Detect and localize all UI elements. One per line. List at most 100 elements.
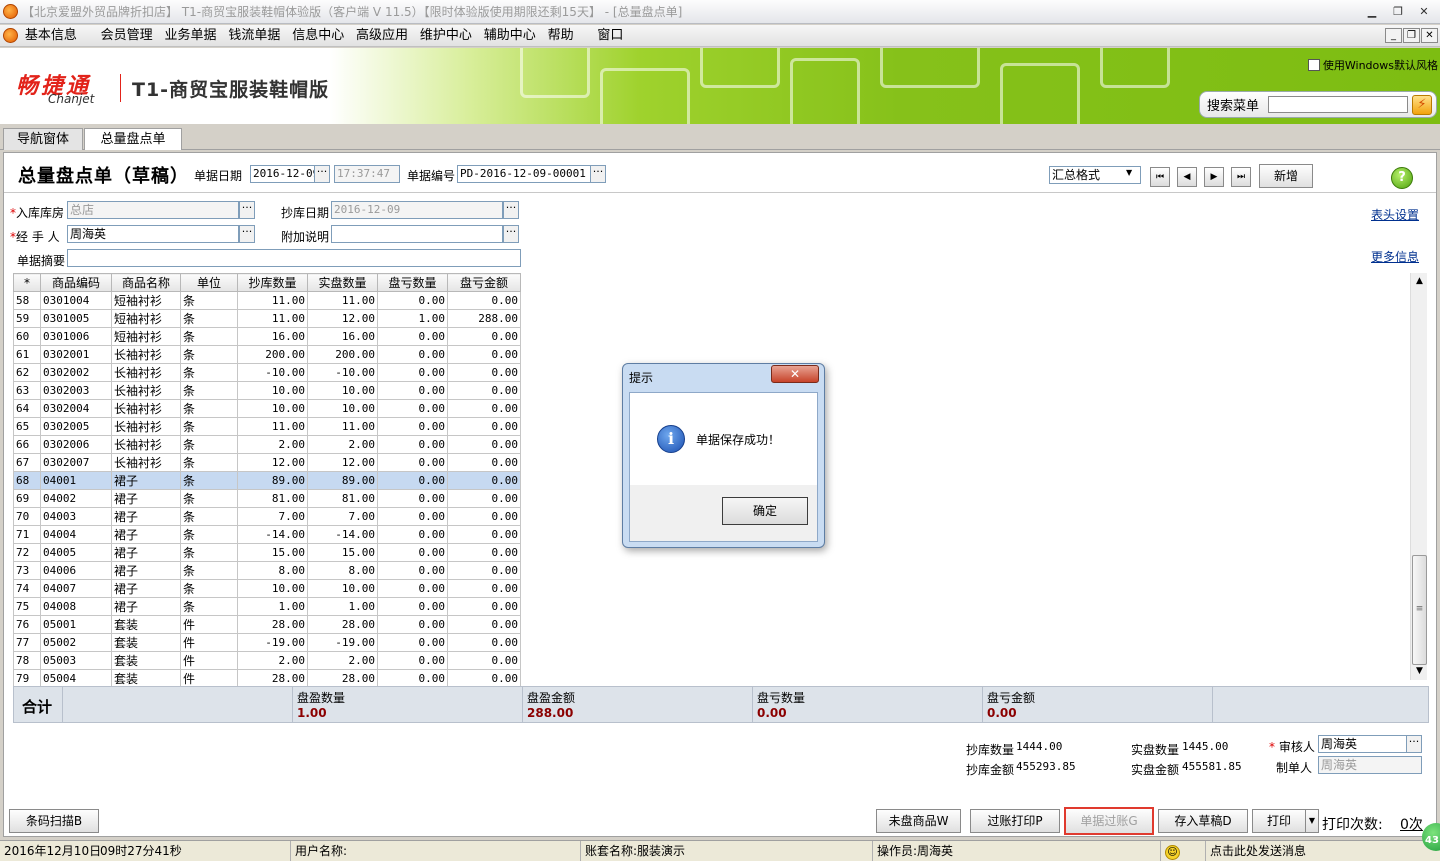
table-cell[interactable]: 0.00	[377, 471, 448, 490]
table-cell[interactable]: 04003	[40, 507, 112, 526]
table-cell[interactable]: 04002	[40, 489, 112, 508]
table-row[interactable]: 65 0302005 长袖衬衫条 11.00 11.00 0.00 0.00	[13, 417, 521, 436]
unchecked-goods-button[interactable]: 未盘商品W	[876, 809, 961, 833]
table-cell[interactable]: 短袖衬衫	[111, 327, 181, 346]
column-header[interactable]: 单位	[180, 273, 238, 292]
handler-picker-button[interactable]: ···	[239, 225, 255, 243]
date-picker-button[interactable]: ···	[314, 165, 330, 183]
table-row[interactable]: 79 05004 套装件 28.00 28.00 0.00 0.00	[13, 669, 521, 688]
tab-navigation[interactable]: 导航窗体	[3, 128, 83, 150]
table-cell[interactable]: 0.00	[447, 579, 521, 598]
table-row[interactable]: 76 05001 套装件 28.00 28.00 0.00 0.00	[13, 615, 521, 634]
table-cell[interactable]: 条	[180, 489, 238, 508]
table-cell[interactable]: 件	[180, 615, 238, 634]
table-cell[interactable]: 长袖衬衫	[111, 363, 181, 382]
table-cell[interactable]: 0.00	[377, 561, 448, 580]
table-cell[interactable]: 04004	[40, 525, 112, 544]
table-row[interactable]: 72 04005 裙子条 15.00 15.00 0.00 0.00	[13, 543, 521, 562]
table-cell[interactable]: -10.00	[307, 363, 378, 382]
table-cell[interactable]: 套装	[111, 651, 181, 670]
table-row[interactable]: 59 0301005 短袖衬衫条 11.00 12.00 1.00 288.00	[13, 309, 521, 328]
table-cell[interactable]: 套装	[111, 615, 181, 634]
table-cell[interactable]: 05004	[40, 669, 112, 688]
table-cell[interactable]: 条	[180, 507, 238, 526]
table-cell[interactable]: 05003	[40, 651, 112, 670]
table-cell[interactable]: 0.00	[447, 669, 521, 688]
table-cell[interactable]: 裙子	[111, 471, 181, 490]
post-button[interactable]: 单据过账G	[1064, 807, 1154, 835]
table-cell[interactable]: 条	[180, 291, 238, 310]
status-feedback[interactable]: 点击此处发送消息	[1205, 841, 1306, 861]
table-cell[interactable]: -14.00	[237, 525, 308, 544]
table-row[interactable]: 60 0301006 短袖衬衫条 16.00 16.00 0.00 0.00	[13, 327, 521, 346]
table-cell[interactable]: -10.00	[237, 363, 308, 382]
table-cell[interactable]: 67	[13, 453, 41, 472]
table-cell[interactable]: 0302003	[40, 381, 112, 400]
table-cell[interactable]: 200.00	[307, 345, 378, 364]
table-cell[interactable]: 0.00	[377, 651, 448, 670]
table-cell[interactable]: 0302002	[40, 363, 112, 382]
more-info-link[interactable]: 更多信息	[1371, 248, 1419, 265]
table-cell[interactable]: 10.00	[237, 399, 308, 418]
tab-stocktake[interactable]: 总量盘点单	[84, 128, 182, 150]
table-cell[interactable]: 0.00	[377, 543, 448, 562]
table-cell[interactable]: 条	[180, 417, 238, 436]
menu-help[interactable]: 帮助	[544, 25, 578, 47]
table-cell[interactable]: 0.00	[447, 633, 521, 652]
table-cell[interactable]: 条	[180, 579, 238, 598]
chevron-down-icon[interactable]: ▼	[1126, 168, 1132, 177]
table-cell[interactable]: 0.00	[377, 597, 448, 616]
table-cell[interactable]: 05002	[40, 633, 112, 652]
table-cell[interactable]: 0301004	[40, 291, 112, 310]
print-button[interactable]: 打印	[1252, 809, 1306, 833]
table-cell[interactable]: 28.00	[237, 615, 308, 634]
dialog-close-icon[interactable]: ✕	[771, 365, 819, 383]
table-cell[interactable]: 0.00	[447, 327, 521, 346]
table-cell[interactable]: 0.00	[447, 453, 521, 472]
table-cell[interactable]: -19.00	[307, 633, 378, 652]
table-cell[interactable]: 11.00	[307, 291, 378, 310]
table-cell[interactable]: 裙子	[111, 525, 181, 544]
table-cell[interactable]: 0302001	[40, 345, 112, 364]
table-cell[interactable]: 2.00	[237, 651, 308, 670]
table-cell[interactable]: 04008	[40, 597, 112, 616]
table-cell[interactable]: 81.00	[307, 489, 378, 508]
menu-window[interactable]: 窗口	[593, 25, 627, 47]
table-cell[interactable]: 条	[180, 543, 238, 562]
table-cell[interactable]: 11.00	[237, 291, 308, 310]
table-cell[interactable]: 0.00	[447, 363, 521, 382]
handler-field[interactable]: 周海英	[67, 225, 239, 243]
table-row[interactable]: 64 0302004 长袖衬衫条 10.00 10.00 0.00 0.00	[13, 399, 521, 418]
table-cell[interactable]: 12.00	[307, 453, 378, 472]
table-cell[interactable]: 0.00	[447, 489, 521, 508]
table-row[interactable]: 73 04006 裙子条 8.00 8.00 0.00 0.00	[13, 561, 521, 580]
table-cell[interactable]: 0.00	[447, 291, 521, 310]
scroll-up-icon[interactable]: ▲	[1411, 273, 1428, 290]
table-cell[interactable]: 04001	[40, 471, 112, 490]
table-row[interactable]: 62 0302002 长袖衬衫条 -10.00 -10.00 0.00 0.00	[13, 363, 521, 382]
table-cell[interactable]: 条	[180, 327, 238, 346]
table-cell[interactable]: 10.00	[237, 579, 308, 598]
menu-search-input[interactable]	[1268, 96, 1408, 113]
table-row[interactable]: 77 05002 套装件 -19.00 -19.00 0.00 0.00	[13, 633, 521, 652]
table-cell[interactable]: 61	[13, 345, 41, 364]
table-cell[interactable]: 11.00	[307, 417, 378, 436]
menu-cash[interactable]: 钱流单据	[224, 25, 284, 47]
column-header[interactable]: 商品编码	[40, 273, 112, 292]
column-header[interactable]: 实盘数量	[307, 273, 378, 292]
table-cell[interactable]: 条	[180, 399, 238, 418]
table-row[interactable]: 78 05003 套装件 2.00 2.00 0.00 0.00	[13, 651, 521, 670]
table-cell[interactable]: 65	[13, 417, 41, 436]
menu-basic-info[interactable]: 基本信息	[21, 25, 81, 47]
table-cell[interactable]: 条	[180, 471, 238, 490]
column-header[interactable]: 抄库数量	[237, 273, 308, 292]
table-cell[interactable]: 62	[13, 363, 41, 382]
menu-member[interactable]: 会员管理	[97, 25, 157, 47]
table-cell[interactable]: 89.00	[237, 471, 308, 490]
table-cell[interactable]: 长袖衬衫	[111, 453, 181, 472]
date-field[interactable]: 2016-12-09	[250, 165, 316, 183]
reviewer-picker-button[interactable]: ···	[1406, 735, 1422, 753]
table-cell[interactable]: 77	[13, 633, 41, 652]
table-cell[interactable]: 0.00	[377, 525, 448, 544]
note-picker-button[interactable]: ···	[503, 225, 519, 243]
